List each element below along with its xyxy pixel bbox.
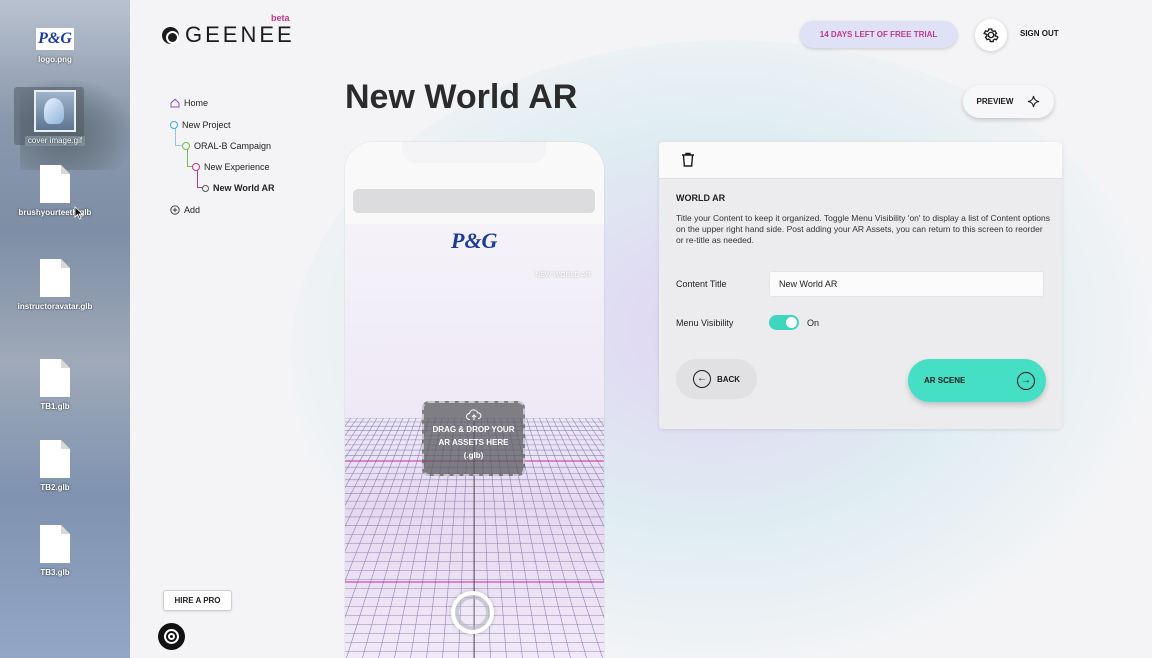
nav-item-new-experience[interactable]: New Experience — [192, 162, 270, 172]
desktop-file-label: brushyourteeth.glb — [18, 208, 92, 217]
phone-preview: P&G NEW WORLD AR DRAG & DROP YOUR AR ASS… — [345, 142, 604, 658]
content-title-label: Content Title — [676, 279, 727, 289]
dropzone-label: DRAG & DROP YOUR AR ASSETS HERE (.glb) — [432, 425, 515, 460]
geenee-dot-icon — [202, 184, 209, 192]
document-icon — [40, 440, 70, 478]
phone-address-bar — [353, 189, 595, 213]
chat-launcher-button[interactable] — [158, 623, 185, 650]
phone-notch — [402, 142, 546, 163]
geenee-logo-icon — [162, 26, 179, 44]
document-icon — [40, 359, 70, 397]
project-dot-icon — [170, 121, 178, 129]
phone-pg-logo: P&G — [451, 228, 498, 253]
nav-item-label: New Experience — [204, 162, 270, 172]
nav-item-label: New Project — [182, 120, 231, 130]
world-ar-panel: WORLD AR Title your Content to keep it o… — [659, 142, 1062, 429]
tree-connector — [175, 128, 182, 146]
hire-a-pro-button[interactable]: HIRE A PRO — [163, 590, 232, 611]
trial-button[interactable]: 14 DAYS LEFT OF FREE TRIAL — [800, 21, 957, 48]
trash-icon[interactable] — [681, 152, 695, 167]
phone-menu-label: NEW WORLD AR — [535, 272, 591, 279]
geenee-logo[interactable]: GEENEE — [162, 22, 295, 48]
arrow-right-icon: → — [1017, 371, 1035, 390]
desktop-file-cover[interactable]: cover image.gif — [0, 90, 110, 146]
mouse-cursor-icon — [74, 206, 84, 220]
panel-toolbar — [659, 142, 1062, 179]
gear-icon — [983, 28, 999, 43]
brand-name: GEENEE — [185, 22, 295, 47]
desktop-file-logo[interactable]: P&G logo.png — [0, 28, 110, 65]
nav-item-new-project[interactable]: New Project — [170, 120, 231, 130]
trial-label: 14 DAYS LEFT OF FREE TRIAL — [819, 30, 938, 39]
nav-item-new-world-ar[interactable]: New World AR — [202, 183, 275, 193]
nav-item-oral-b-campaign[interactable]: ORAL-B Campaign — [182, 141, 271, 151]
nav-item-label: Home — [184, 98, 209, 108]
geenee-app: GEENEE beta 14 DAYS LEFT OF FREE TRIAL S… — [130, 0, 1152, 658]
page-title: New World AR — [345, 78, 578, 116]
desktop: P&G logo.png cover image.gif brushyourte… — [0, 0, 130, 658]
menu-visibility-label: Menu Visibility — [676, 318, 734, 328]
desktop-file-label: TB1.glb — [40, 402, 70, 411]
menu-visibility-toggle[interactable] — [769, 315, 799, 330]
cloud-upload-icon — [465, 409, 481, 421]
hire-a-pro-label: HIRE A PRO — [174, 596, 221, 605]
beta-badge: beta — [271, 13, 290, 23]
panel-heading: WORLD AR — [676, 193, 726, 203]
nav-item-label: New World AR — [213, 183, 275, 193]
desktop-file-tb3[interactable]: TB3.glb — [0, 525, 110, 578]
toothbrush-image-icon — [34, 90, 76, 132]
nav-item-label: ORAL-B Campaign — [194, 141, 272, 151]
arrow-left-icon: ← — [692, 370, 711, 388]
desktop-file-tb2[interactable]: TB2.glb — [0, 440, 110, 493]
desktop-file-label: instructoravatar.glb — [17, 302, 93, 311]
desktop-file-label: TB3.glb — [40, 568, 70, 577]
menu-visibility-state: On — [807, 318, 820, 328]
settings-button[interactable] — [975, 19, 1007, 51]
desktop-file-label: logo.png — [38, 55, 72, 64]
capture-button[interactable] — [451, 591, 494, 634]
back-button[interactable]: ← BACK — [676, 359, 757, 399]
desktop-file-brushyourteeth[interactable]: brushyourteeth.glb — [0, 165, 110, 218]
home-icon — [170, 98, 180, 108]
desktop-file-instructoravatar[interactable]: instructoravatar.glb — [0, 259, 110, 312]
content-title-input[interactable] — [769, 271, 1044, 297]
add-icon — [170, 205, 180, 215]
back-label: BACK — [716, 374, 741, 384]
asset-dropzone[interactable]: DRAG & DROP YOUR AR ASSETS HERE (.glb) — [422, 401, 525, 476]
nav-item-label: Add — [184, 205, 201, 215]
sparkle-icon — [1028, 95, 1040, 108]
pg-logo-icon: P&G — [36, 28, 74, 50]
ar-scene-button[interactable]: AR SCENE → — [908, 359, 1046, 402]
desktop-file-label: cover image.gif — [24, 136, 86, 146]
preview-label: PREVIEW — [976, 97, 1014, 106]
panel-description: Title your Content to keep it organized.… — [676, 213, 1050, 245]
desktop-file-label: TB2.glb — [40, 483, 70, 492]
nav-item-add[interactable]: Add — [170, 205, 200, 215]
desktop-file-tb1[interactable]: TB1.glb — [0, 359, 110, 412]
preview-button[interactable]: PREVIEW — [963, 85, 1054, 118]
nav-item-home[interactable]: Home — [170, 98, 208, 108]
document-icon — [40, 259, 70, 297]
ar-scene-label: AR SCENE — [924, 376, 966, 385]
document-icon — [40, 525, 70, 563]
document-icon — [40, 165, 70, 203]
sign-out-link[interactable]: SIGN OUT — [1020, 29, 1059, 38]
